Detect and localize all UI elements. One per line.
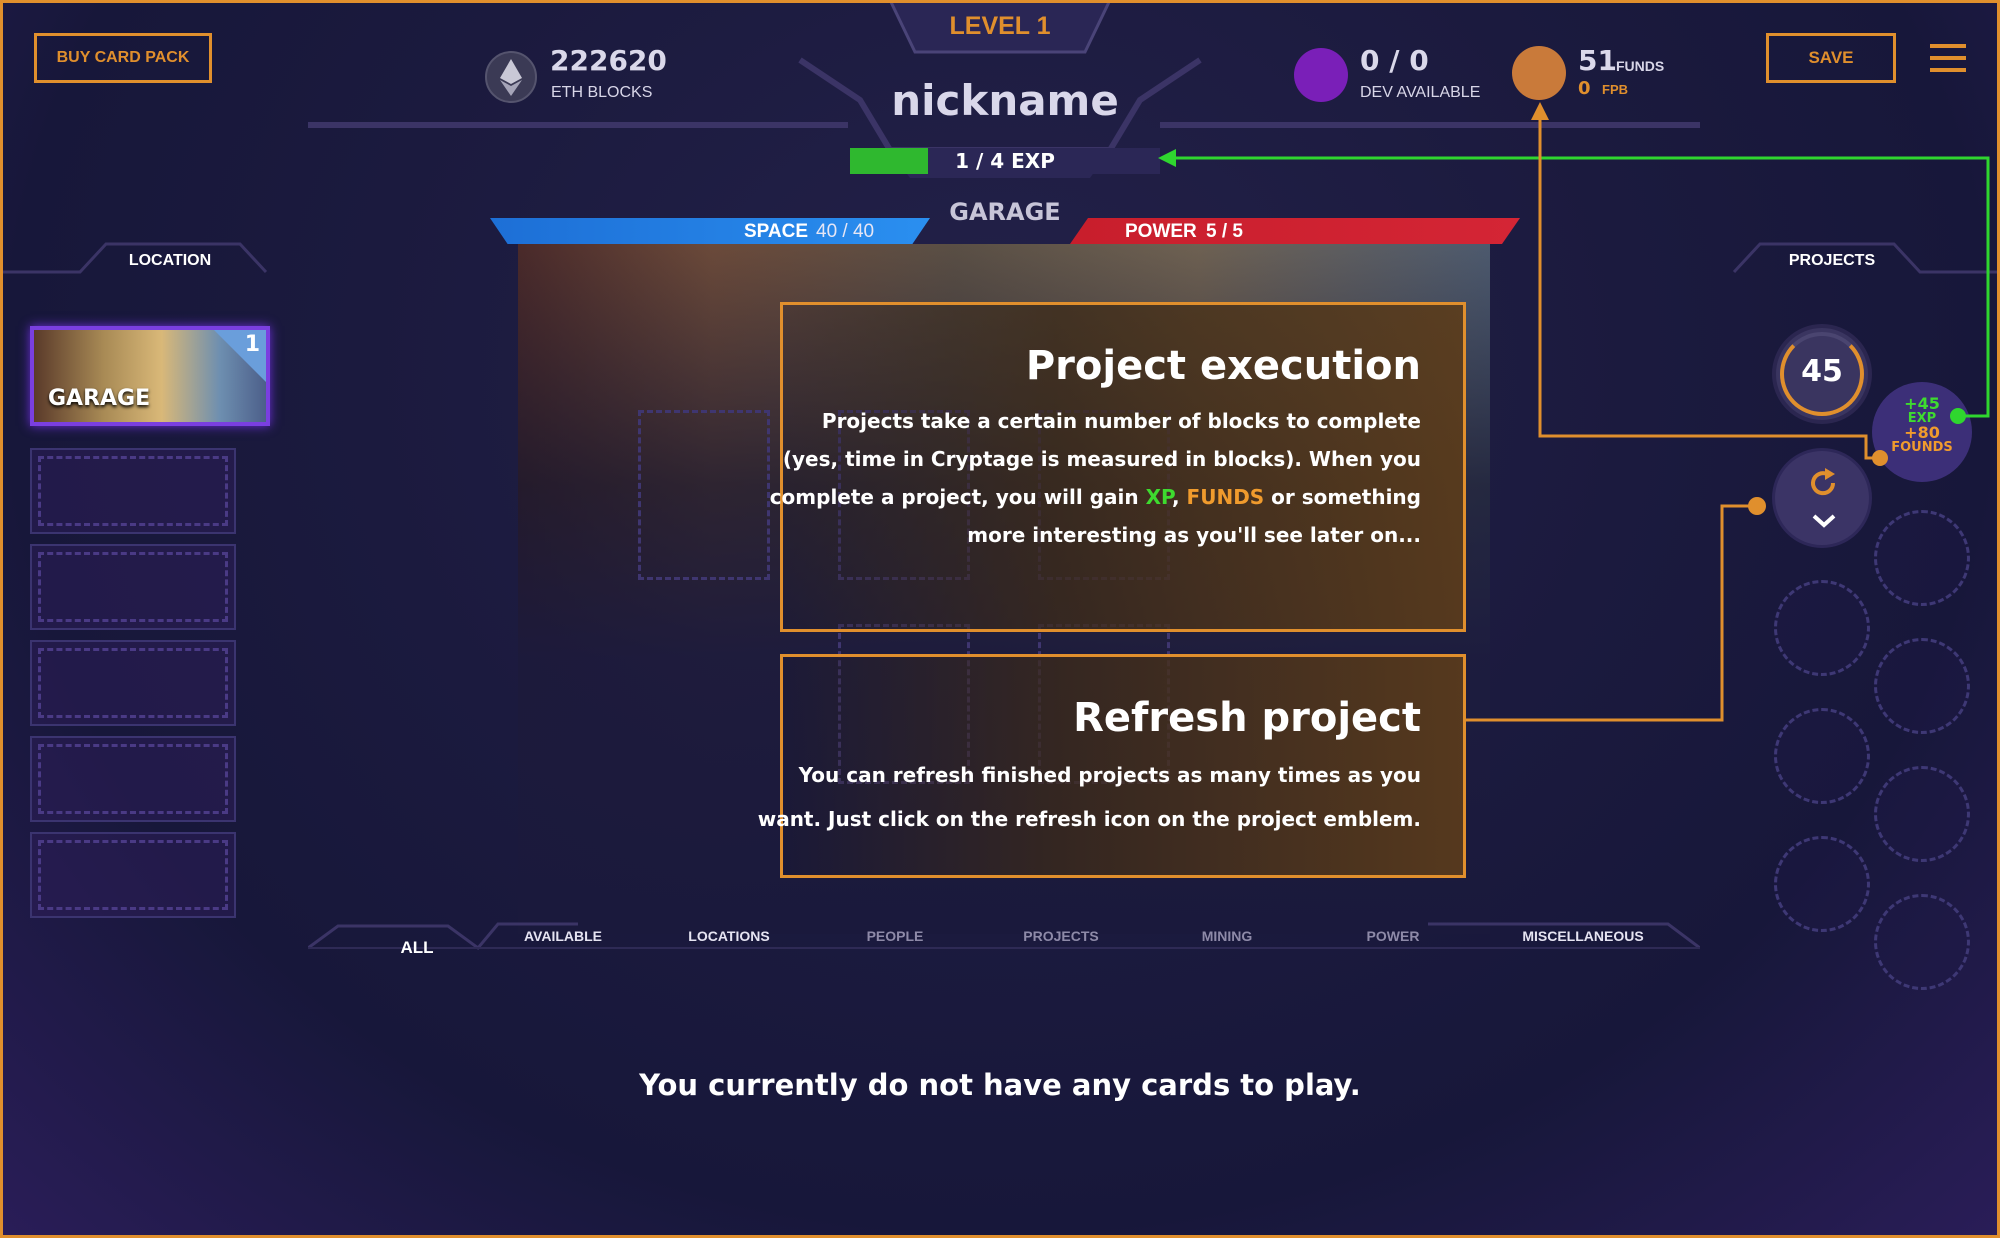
tutorial-refresh-line: want. Just click on the refresh icon on … [757, 807, 1421, 831]
tutorial-refresh-project: Refresh project You can refresh finished… [758, 654, 1466, 878]
xp-highlight: XP [1145, 485, 1172, 509]
tutorial-refresh-title: Refresh project [1073, 695, 1421, 741]
tutorial-execution-line: complete a project, you will gain XP, FU… [770, 485, 1421, 509]
tutorial-execution-line: more interesting as you'll see later on.… [967, 523, 1421, 547]
tutorial-text: complete a project, you will gain [769, 485, 1146, 509]
tutorial-text: or something [1264, 485, 1421, 509]
tutorial-execution-title: Project execution [1025, 343, 1421, 389]
funds-highlight: FUNDS [1186, 485, 1265, 509]
tutorial-refresh-line: You can refresh finished projects as man… [798, 763, 1421, 787]
tutorial-execution-line: (yes, time in Cryptage is measured in bl… [782, 447, 1421, 471]
tutorial-execution-line: Projects take a certain number of blocks… [821, 409, 1421, 433]
tutorial-text: , [1171, 485, 1187, 509]
tutorial-project-execution: Project execution Projects take a certai… [770, 302, 1466, 632]
